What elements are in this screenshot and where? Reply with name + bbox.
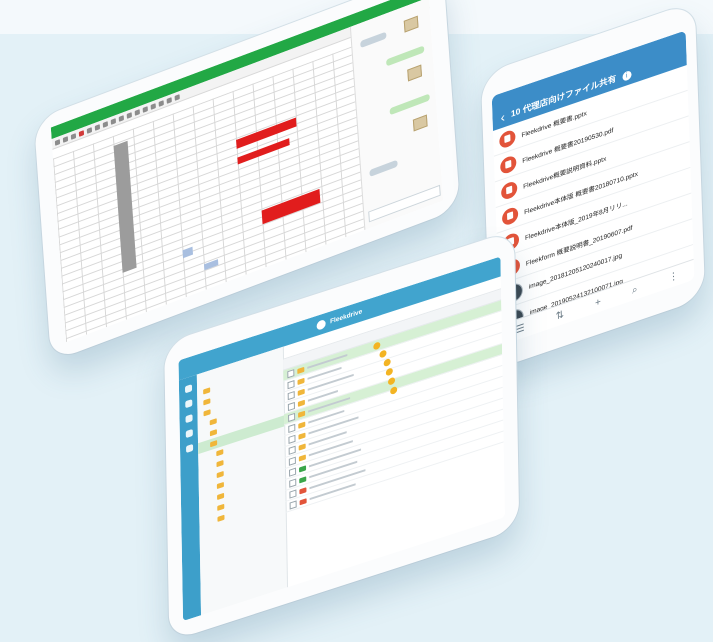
chat-icon[interactable] [185,414,193,424]
folder-icon [203,409,211,417]
user-icon[interactable] [185,429,193,439]
chevron-left-icon[interactable]: ‹ [500,109,505,125]
folder-icon [298,421,306,429]
folder-icon [210,440,218,448]
folder-icon [217,503,225,511]
row-checkbox[interactable] [287,401,295,411]
file-manager-screen: Fleekdrive [178,256,506,622]
comment-bubble [369,159,398,178]
toolbar-icon[interactable] [142,105,148,113]
info-icon[interactable]: i [622,69,632,82]
toolbar-icon[interactable] [158,99,164,107]
comment-bubble [360,31,387,49]
row-checkbox[interactable] [288,423,296,433]
row-checkbox[interactable] [287,368,295,378]
folder-icon [217,492,225,501]
phone-screen: ‹ 10 代理店向けファイル共有 i Fleekdrive 概要書.pptx F… [491,30,695,346]
image-thumbnail[interactable] [403,15,419,33]
more-icon[interactable]: ⋮ [668,270,678,284]
folder-icon [216,481,224,490]
app-logo-icon [316,318,327,331]
toolbar-icon[interactable] [134,108,140,116]
folder-icon [299,475,307,483]
comment-panel [349,0,444,231]
toolbar-icon[interactable] [94,123,101,131]
toolbar-icon[interactable] [150,102,156,110]
toolbar-icon[interactable] [126,111,132,119]
folder-icon [298,453,306,462]
file-icon [501,205,519,227]
toolbar-icon[interactable] [110,117,116,125]
image-thumbnail[interactable] [407,64,423,82]
row-checkbox[interactable] [289,499,297,510]
folder-icon [297,388,305,396]
folder-icon [217,514,225,522]
row-checkbox[interactable] [289,477,297,488]
folder-icon [216,470,224,479]
folder-icon [209,418,217,426]
row-checkbox[interactable] [288,445,296,455]
toolbar-icon[interactable] [86,126,93,134]
folder-icon [203,398,211,406]
toolbar-icon[interactable] [78,129,85,137]
row-checkbox[interactable] [287,379,295,389]
folder-icon [203,387,211,395]
folder-icon [297,377,305,385]
add-icon[interactable]: + [595,296,601,309]
row-checkbox[interactable] [288,467,297,477]
folder-icon [297,399,305,407]
comment-input[interactable] [368,184,441,223]
toolbar-icon[interactable] [174,93,180,101]
globe-icon[interactable] [185,443,193,454]
home-icon[interactable] [184,384,192,394]
folder-icon [298,410,306,418]
toolbar-icon[interactable] [102,120,109,128]
row-checkbox[interactable] [289,488,297,499]
folder-icon [299,464,307,473]
comment-bubble [386,45,425,67]
toolbar-icon[interactable] [118,114,124,122]
folder-icon [299,497,307,505]
menu-icon[interactable]: ☰ [515,322,524,336]
search-icon[interactable]: ⌕ [632,283,638,296]
folder-icon [216,459,224,468]
folder-icon [299,486,307,494]
folder-icon[interactable] [184,399,192,409]
file-icon [500,179,518,201]
toolbar-icon[interactable] [54,138,61,146]
folder-icon [216,449,224,457]
toolbar-icon[interactable] [166,96,172,104]
toolbar-icon[interactable] [70,132,77,140]
comment-bubble [389,93,430,116]
row-checkbox[interactable] [287,390,295,400]
folder-icon [209,429,217,437]
folder-icon [298,431,306,440]
row-checkbox[interactable] [288,412,296,422]
sort-icon[interactable]: ⇅ [555,308,564,322]
row-checkbox[interactable] [288,434,296,444]
file-icon [499,127,516,150]
folder-icon [298,442,306,451]
image-thumbnail[interactable] [412,114,428,132]
file-icon [500,153,517,175]
folder-icon [297,366,305,374]
folder-tree [196,346,289,616]
row-checkbox[interactable] [288,456,296,466]
toolbar-icon[interactable] [62,135,69,143]
